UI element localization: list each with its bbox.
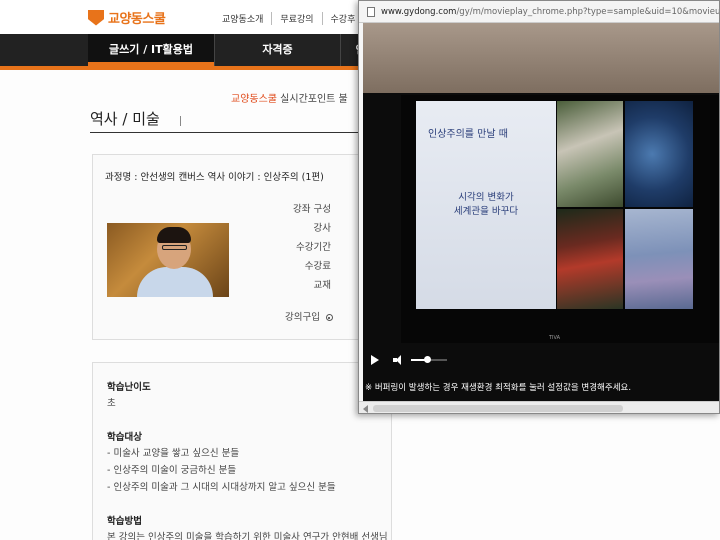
target-item: - 인상주의 미술과 그 시대의 시대상까지 알고 싶으신 분들	[107, 482, 336, 493]
meta-composition: 강좌 구성	[293, 204, 331, 215]
meta-textbook: 교재	[313, 280, 331, 291]
painting-image	[557, 101, 623, 207]
target-item: - 미술사 교양을 쌓고 싶으신 분들	[107, 448, 240, 459]
volume-icon[interactable]	[393, 355, 403, 365]
slide-subtitle: 시각의 변화가	[458, 192, 514, 203]
difficulty-heading: 학습난이도	[107, 382, 151, 393]
volume-knob[interactable]	[424, 356, 432, 363]
target-heading: 학습대상	[107, 432, 142, 443]
instructor-photo	[107, 223, 229, 297]
photo-hair	[157, 227, 191, 243]
nav-item-certificate[interactable]: 자격증	[214, 34, 340, 66]
promo-ticker: 교양동스쿨 실시간포인트 불	[231, 90, 348, 105]
page-title: 역사 / 미술	[90, 110, 160, 128]
promo-text: 실시간포인트 불	[277, 94, 348, 105]
title-divider	[180, 116, 181, 126]
photo-shirt	[137, 267, 213, 297]
promo-brand: 교양동스쿨	[231, 94, 277, 105]
notice-text: ※ 버퍼링이 발생하는 경우 재생환경 최적화를 눌러 설정값을 변경해주세요.	[365, 383, 632, 393]
painting-image	[557, 209, 623, 309]
photo-glasses	[162, 245, 187, 250]
player-controls	[363, 349, 719, 371]
scrollbar-thumb[interactable]	[373, 405, 623, 412]
method-text: 본 강의는 인상주의 미술을 학습하기 위한 미술사 연구가 안현배 선생님의 …	[107, 532, 388, 540]
play-icon[interactable]	[371, 355, 379, 365]
buy-option[interactable]: 강의구입	[285, 309, 333, 323]
meta-fee: 수강료	[304, 261, 331, 272]
title-underline	[90, 132, 360, 133]
slide-subtitle: 세계관을 바꾸다	[453, 206, 519, 217]
course-info: 학습난이도 초 학습대상 - 미술사 교양을 쌓고 싶으신 분들 - 인상주의 …	[92, 362, 392, 540]
url-path: /gy/m/movieplay_chrome.php?type=sample&u…	[456, 7, 720, 17]
target-item: - 인상주의 미술이 궁금하신 분들	[107, 465, 237, 476]
slide-title: 인상주의를 만날 때	[428, 129, 508, 140]
volume-slider[interactable]	[411, 356, 447, 363]
course-card: 과정명 : 안선생의 캔버스 역사 이야기 : 인상주의 (1편) 강좌 구성 …	[92, 154, 362, 340]
method-heading: 학습방법	[107, 516, 142, 527]
volume-cone	[396, 355, 401, 365]
radio-icon[interactable]	[325, 314, 333, 321]
video-background-wall	[363, 23, 719, 93]
video-player[interactable]: 인상주의를 만날 때 시각의 변화가 세계관을 바꾸다 TIVA	[363, 23, 719, 371]
slide-text-panel: 인상주의를 만날 때 시각의 변화가 세계관을 바꾸다	[416, 101, 556, 309]
horizontal-scrollbar[interactable]	[359, 401, 719, 413]
top-links: 교양동소개 무료강의 수강후	[222, 12, 365, 25]
video-popup-window: www.gydong.com/gy/m/movieplay_chrome.php…	[358, 0, 720, 414]
site-logo[interactable]: 교양동스쿨	[88, 8, 166, 27]
tv-brand: TIVA	[549, 335, 561, 341]
top-link-about[interactable]: 교양동소개	[222, 12, 273, 25]
meta-instructor: 강사	[313, 223, 331, 234]
meta-period: 수강기간	[296, 242, 331, 253]
painting-image	[625, 209, 693, 309]
buffering-notice: ※ 버퍼링이 발생하는 경우 재생환경 최적화를 눌러 설정값을 변경해주세요.	[363, 371, 719, 401]
logo-text: 교양동스쿨	[108, 12, 166, 27]
top-link-free[interactable]: 무료강의	[272, 12, 323, 25]
url-domain: www.gydong.com	[381, 7, 457, 17]
url-text: www.gydong.com/gy/m/movieplay_chrome.php…	[381, 7, 720, 17]
url-bar[interactable]: www.gydong.com/gy/m/movieplay_chrome.php…	[359, 1, 720, 23]
nav-item-writing-it[interactable]: 글쓰기 / IT활용법	[88, 34, 214, 66]
buy-label: 강의구입	[285, 312, 320, 323]
painting-image	[625, 101, 693, 207]
document-icon	[367, 7, 375, 17]
difficulty-value: 초	[107, 398, 116, 409]
scroll-left-icon[interactable]	[363, 405, 368, 413]
logo-mark-icon	[88, 9, 104, 26]
course-name: 과정명 : 안선생의 캔버스 역사 이야기 : 인상주의 (1편)	[105, 172, 324, 183]
